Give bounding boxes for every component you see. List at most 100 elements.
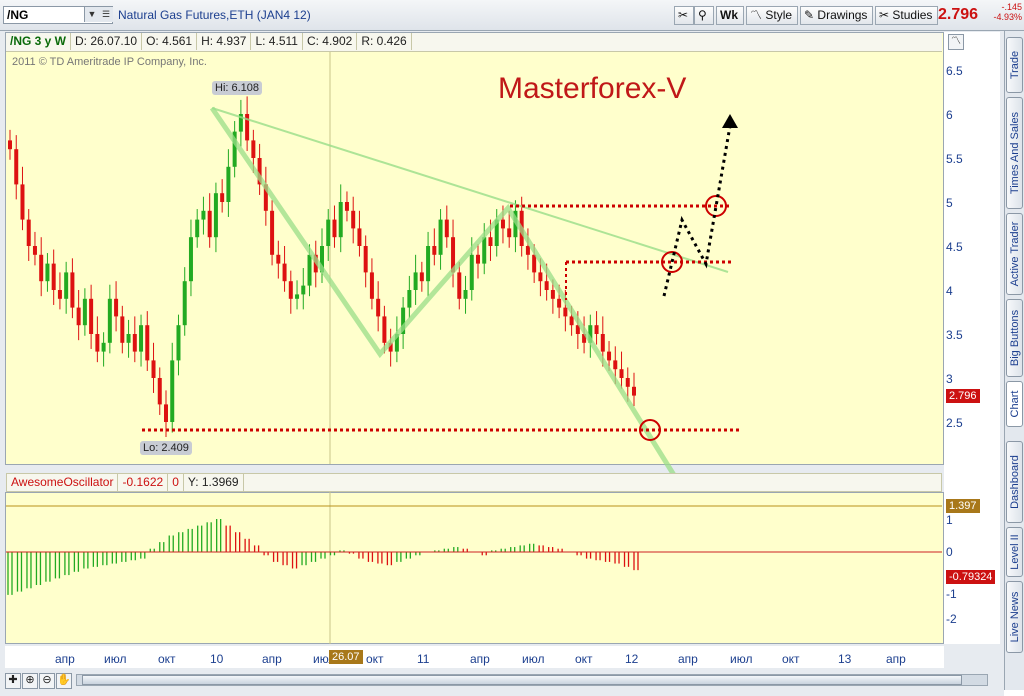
candle-body: [51, 263, 56, 290]
candle-body: [632, 386, 636, 396]
candle-body: [57, 290, 62, 299]
candle-body: [14, 149, 19, 185]
time-tick: апр: [886, 652, 906, 666]
osc-lower-tag: -0.79324: [946, 570, 996, 584]
candle-body: [469, 254, 474, 290]
sidebar-tab-label: Level II: [1008, 534, 1021, 570]
candle-body: [45, 263, 50, 282]
candle-body: [145, 325, 150, 361]
pan-hand-icon[interactable]: ✋: [56, 673, 72, 689]
osc-tick: -1: [946, 587, 957, 601]
time-tick: апр: [470, 652, 490, 666]
sidebar-tab-label: Active Trader: [1008, 221, 1021, 287]
candle-body: [438, 219, 443, 255]
candle-body: [413, 272, 418, 290]
candle-body: [607, 351, 612, 361]
sidebar-tab-big-buttons[interactable]: Big Buttons: [1006, 299, 1023, 377]
candle-body: [176, 325, 181, 361]
candle-body: [444, 219, 449, 238]
time-tick: июл: [730, 652, 753, 666]
sidebar-tab-live-news[interactable]: Live News: [1006, 581, 1023, 653]
candle-body: [550, 290, 555, 299]
crosshair-icon[interactable]: ✚: [5, 673, 21, 689]
candle-body: [625, 378, 630, 387]
time-tick: окт: [158, 652, 176, 666]
candle-body: [544, 281, 549, 290]
oscillator-y: Y: 1.3969: [184, 474, 244, 491]
candle-body: [170, 360, 175, 422]
sidebar-tab-label: Big Buttons: [1008, 309, 1021, 367]
candle-body: [195, 219, 200, 238]
zoom-out-icon[interactable]: ⊖: [39, 673, 55, 689]
oscillator-histogram: [7, 519, 639, 595]
candle-body: [213, 193, 218, 238]
price-tick: 6: [946, 108, 953, 122]
candle-body: [538, 272, 543, 282]
price-chart[interactable]: [0, 0, 1004, 696]
price-tick: 4: [946, 284, 953, 298]
candle-body: [126, 334, 131, 343]
zoom-in-icon[interactable]: ⊕: [22, 673, 38, 689]
candle-body: [188, 237, 193, 282]
candle-body: [613, 360, 618, 370]
date-cursor-tag: 26.07: [329, 650, 363, 664]
candle-body: [532, 254, 537, 273]
candle-body: [363, 246, 368, 273]
candle-body: [557, 298, 562, 308]
candle-body: [482, 237, 487, 264]
candle-body: [220, 193, 225, 202]
candle-body: [351, 210, 356, 229]
sidebar-tab-label: Times And Sales: [1008, 111, 1021, 195]
last-price-tag: 2.796: [946, 389, 980, 403]
time-tick: 12: [625, 652, 639, 666]
candle-body: [76, 307, 81, 326]
sidebar-tab-level-ii[interactable]: Level II: [1006, 527, 1023, 577]
candle-body: [20, 184, 25, 220]
price-tick: 3: [946, 372, 953, 386]
sidebar-tab-trade[interactable]: Trade: [1006, 37, 1023, 93]
candle-body: [82, 298, 87, 326]
candle-body: [89, 298, 94, 334]
candle-body: [407, 290, 412, 308]
sidebar-tab-active-trader[interactable]: Active Trader: [1006, 213, 1023, 295]
candle-body: [301, 285, 306, 295]
osc-tick: 0: [946, 545, 953, 559]
right-sidebar: Trade Times And Sales Active Trader Big …: [1004, 31, 1024, 690]
candle-body: [344, 202, 349, 211]
candle-body: [525, 246, 530, 255]
candle-body: [64, 272, 69, 299]
osc-tick: -2: [946, 612, 957, 626]
candle-body: [139, 325, 144, 352]
oscillator-info-bar: AwesomeOscillator -0.1622 0 Y: 1.3969: [6, 473, 942, 492]
time-tick: 13: [838, 652, 852, 666]
candle-body: [457, 272, 462, 299]
candle-body: [32, 246, 37, 255]
sidebar-tab-times-and-sales[interactable]: Times And Sales: [1006, 97, 1023, 209]
candle-body: [95, 334, 100, 352]
candle-body: [39, 254, 44, 282]
price-tick: 4.5: [946, 240, 963, 254]
candle-body: [476, 254, 480, 264]
oscillator-value: -0.1622: [118, 474, 169, 491]
scrollbar-thumb[interactable]: [82, 675, 962, 685]
candle-body: [251, 140, 256, 158]
price-tick: 5: [946, 196, 953, 210]
time-tick: 11: [417, 652, 430, 666]
candle-body: [307, 254, 312, 286]
price-tick: 3.5: [946, 328, 963, 342]
sidebar-tab-label: Live News: [1008, 591, 1021, 643]
time-tick: апр: [55, 652, 75, 666]
sidebar-tab-dashboard[interactable]: Dashboard: [1006, 441, 1023, 523]
resistance-trendline: [211, 107, 729, 273]
time-tick: окт: [782, 652, 800, 666]
candle-body: [600, 334, 605, 352]
sidebar-tab-chart[interactable]: Chart: [1006, 381, 1023, 427]
osc-upper-tag: 1.397: [946, 499, 980, 513]
candle-body: [569, 316, 574, 326]
candle-body: [164, 404, 168, 422]
time-tick: апр: [678, 652, 698, 666]
candle-body: [507, 228, 512, 238]
oscillator-name[interactable]: AwesomeOscillator: [7, 474, 119, 491]
candle-body: [120, 316, 125, 343]
time-tick: окт: [366, 652, 384, 666]
